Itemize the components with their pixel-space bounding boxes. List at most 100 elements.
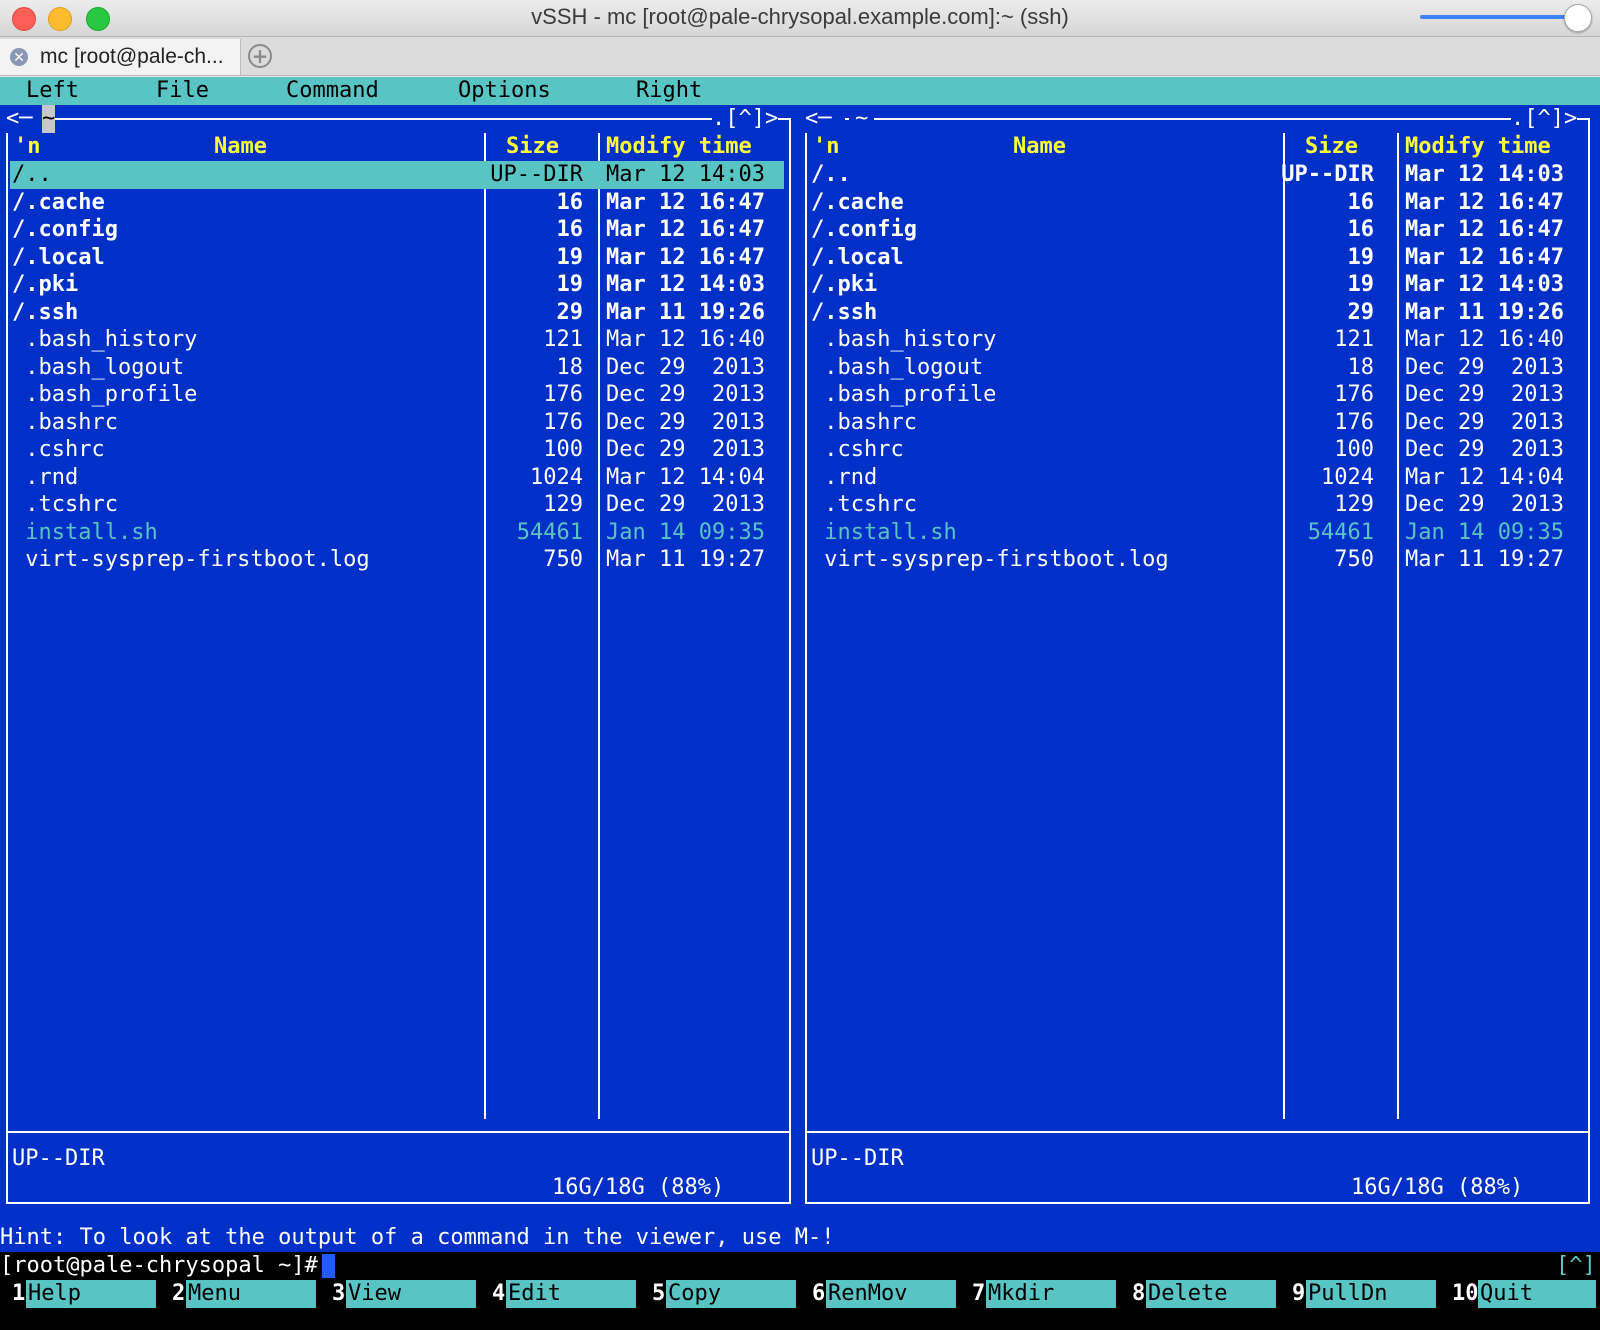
file-name: /.config (811, 217, 917, 242)
right-panel-history[interactable]: <─ (805, 105, 845, 133)
file-row[interactable]: /.cache 16 Mar 12 16:47 (797, 189, 1600, 217)
file-row[interactable]: .bash_logout 18 Dec 29 2013 (797, 354, 1600, 382)
menu-command[interactable]: Command (286, 77, 379, 105)
fkey-mkdir[interactable]: 7 Mkdir (960, 1280, 1120, 1308)
file-name: /.pki (811, 272, 878, 297)
tab-mc-session[interactable]: ✕ mc [root@pale-ch... (0, 39, 241, 75)
file-row[interactable]: install.sh 54461 Jan 14 09:35 (797, 519, 1600, 547)
file-size: 16 (1347, 217, 1375, 242)
file-size: 100 (1334, 437, 1374, 462)
fkey-help[interactable]: 1 Help (0, 1280, 160, 1308)
left-panel-path[interactable]: ~ (42, 105, 56, 133)
file-name: /.cache (811, 189, 904, 215)
file-row[interactable]: .bash_logout 18 Dec 29 2013 (0, 354, 797, 382)
file-row[interactable]: .rnd 1024 Mar 12 14:04 (0, 464, 797, 492)
fkey-number: 10 (1452, 1281, 1479, 1306)
file-row[interactable]: /.ssh 29 Mar 11 19:26 (797, 299, 1600, 327)
file-row[interactable]: .bash_history 121 Mar 12 16:40 (0, 326, 797, 354)
right-panel-corner[interactable]: .[^]> (1511, 105, 1578, 133)
window-title: vSSH - mc [root@pale-chrysopal.example.c… (531, 4, 1069, 29)
fkey-view[interactable]: 3 View (320, 1280, 480, 1308)
file-name: /.config (12, 217, 118, 242)
fkey-number: 8 (1132, 1281, 1146, 1306)
right-sort-indicator[interactable]: 'n (813, 133, 840, 161)
fkey-menu[interactable]: 2 Menu (160, 1280, 320, 1308)
opacity-slider[interactable] (1420, 15, 1578, 19)
file-row[interactable]: /.pki 19 Mar 12 14:03 (797, 271, 1600, 299)
file-modified-time: Dec 29 2013 (606, 354, 765, 380)
fkey-copy[interactable]: 5 Copy (640, 1280, 800, 1308)
command-line[interactable]: [root@pale-chrysopal ~]# (0, 1252, 335, 1280)
file-size: 1024 (1321, 464, 1374, 490)
fkey-quit[interactable]: 10 Quit (1440, 1280, 1600, 1308)
file-size: 176 (543, 382, 583, 407)
file-modified-time: Mar 12 14:03 (606, 272, 765, 297)
fkey-number: 2 (172, 1281, 186, 1306)
right-header-name[interactable]: Name (1013, 133, 1066, 161)
fkey-label: PullDn (1306, 1280, 1436, 1308)
file-row[interactable]: /.local 19 Mar 12 16:47 (0, 244, 797, 272)
file-row[interactable]: .bashrc 176 Dec 29 2013 (0, 409, 797, 437)
file-modified-time: Mar 11 19:26 (606, 299, 765, 325)
file-row[interactable]: .bashrc 176 Dec 29 2013 (797, 409, 1600, 437)
opacity-slider-handle[interactable] (1564, 4, 1592, 32)
new-tab-plus-icon[interactable]: + (248, 44, 272, 68)
fkey-label: Edit (506, 1280, 636, 1308)
fkey-renmov[interactable]: 6 RenMov (800, 1280, 960, 1308)
fkey-edit[interactable]: 4 Edit (480, 1280, 640, 1308)
close-icon[interactable]: ✕ (10, 48, 28, 66)
left-header-name[interactable]: Name (214, 133, 267, 161)
command-history-button[interactable]: [^] (1556, 1252, 1596, 1280)
file-row[interactable]: /.config 16 Mar 12 16:47 (797, 216, 1600, 244)
file-row[interactable]: /.. UP--DIR Mar 12 14:03 (797, 161, 1600, 189)
file-name: virt-sysprep-firstboot.log (811, 547, 1169, 572)
file-row[interactable]: .bash_history 121 Mar 12 16:40 (797, 326, 1600, 354)
fkey-pulldn[interactable]: 9 PullDn (1280, 1280, 1440, 1308)
left-panel-history[interactable]: <─ (6, 105, 46, 133)
file-name: /.. (811, 162, 851, 187)
menu-left[interactable]: Left (26, 77, 79, 105)
file-row[interactable]: .tcshrc 129 Dec 29 2013 (797, 491, 1600, 519)
right-header-size[interactable]: Size (1305, 133, 1358, 161)
file-row[interactable]: install.sh 54461 Jan 14 09:35 (0, 519, 797, 547)
terminal[interactable]: Left File Command Options Right <─ ~ .[^… (0, 77, 1600, 1330)
file-row[interactable]: .cshrc 100 Dec 29 2013 (797, 436, 1600, 464)
file-modified-time: Mar 12 16:47 (1405, 244, 1564, 270)
file-name: install.sh (811, 519, 957, 545)
file-name: /.local (811, 244, 904, 270)
hint-line: Hint: To look at the output of a command… (0, 1225, 835, 1250)
left-panel[interactable]: <─ ~ .[^]> 'n Name Size Modify time /.. U… (0, 105, 797, 1252)
menu-right[interactable]: Right (636, 77, 702, 105)
file-row[interactable]: /.local 19 Mar 12 16:47 (797, 244, 1600, 272)
right-header-time[interactable]: Modify time (1405, 133, 1551, 161)
menu-options[interactable]: Options (458, 77, 551, 105)
file-row[interactable]: .bash_profile 176 Dec 29 2013 (797, 381, 1600, 409)
file-row[interactable]: .bash_profile 176 Dec 29 2013 (0, 381, 797, 409)
file-row[interactable]: /.ssh 29 Mar 11 19:26 (0, 299, 797, 327)
right-panel-path[interactable]: ~ (849, 105, 875, 133)
file-row[interactable]: virt-sysprep-firstboot.log 750 Mar 11 19:2… (797, 546, 1600, 574)
file-row[interactable]: /.. UP--DIR Mar 12 14:03 (0, 161, 797, 189)
file-row[interactable]: .rnd 1024 Mar 12 14:04 (797, 464, 1600, 492)
file-row[interactable]: .cshrc 100 Dec 29 2013 (0, 436, 797, 464)
file-size: 29 (1347, 299, 1375, 325)
file-size: 750 (543, 547, 583, 572)
file-modified-time: Dec 29 2013 (1405, 492, 1564, 517)
left-sort-indicator[interactable]: 'n (14, 133, 41, 161)
file-name: /.pki (12, 272, 79, 297)
file-row[interactable]: /.pki 19 Mar 12 14:03 (0, 271, 797, 299)
left-header-time[interactable]: Modify time (606, 133, 752, 161)
fkey-delete[interactable]: 8 Delete (1120, 1280, 1280, 1308)
fkey-label: Quit (1478, 1280, 1596, 1308)
file-row[interactable]: .tcshrc 129 Dec 29 2013 (0, 491, 797, 519)
left-header-size[interactable]: Size (506, 133, 559, 161)
file-row[interactable]: /.cache 16 Mar 12 16:47 (0, 189, 797, 217)
file-size: UP--DIR (1281, 162, 1374, 187)
file-modified-time: Mar 12 16:47 (606, 189, 765, 215)
menu-file[interactable]: File (156, 77, 209, 105)
right-panel[interactable]: <─ ~ .[^]> 'n Name Size Modify time /.. U… (797, 105, 1600, 1252)
file-row[interactable]: /.config 16 Mar 12 16:47 (0, 216, 797, 244)
left-panel-corner[interactable]: .[^]> (712, 105, 779, 133)
file-size: 750 (1334, 547, 1374, 572)
file-row[interactable]: virt-sysprep-firstboot.log 750 Mar 11 19:2… (0, 546, 797, 574)
